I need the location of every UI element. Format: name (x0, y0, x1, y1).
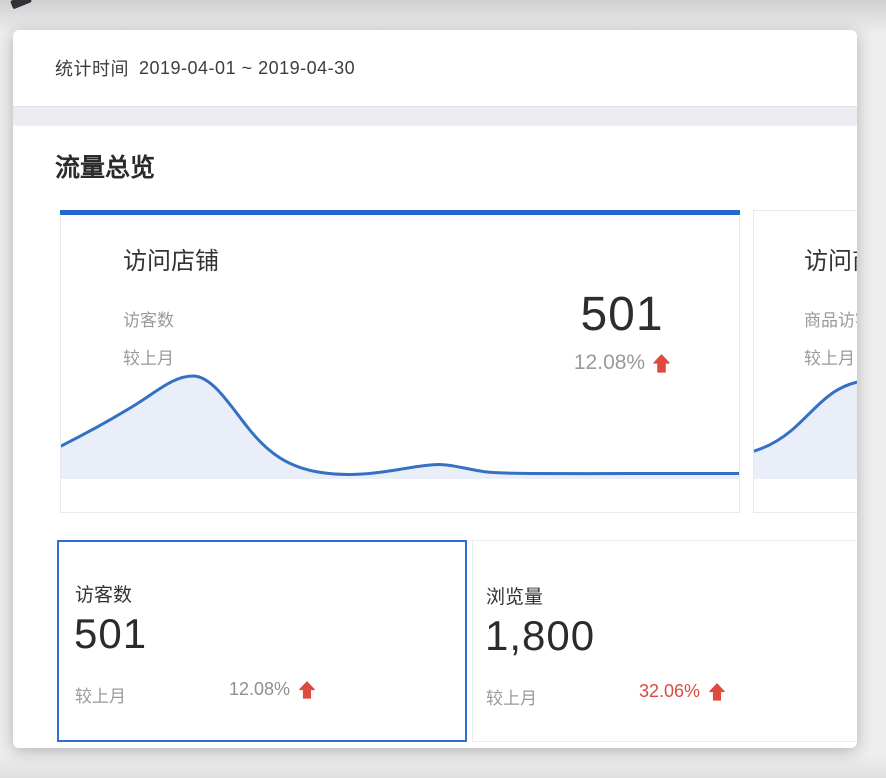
stat-label: 浏览量 (486, 582, 543, 609)
metric-value: 501 (516, 291, 728, 339)
stat-time-label: 统计时间 (55, 55, 129, 81)
stat-label: 访客数 (75, 580, 132, 607)
page-shadow-bottom (0, 754, 886, 778)
stat-box-pageviews[interactable]: 浏览量 1,800 较上月 32.06% (472, 540, 857, 742)
metric-value-column: 501 12.08% (516, 291, 728, 375)
change-percent: 12.08% (229, 679, 290, 700)
store-visits-sparkline (61, 371, 739, 479)
up-arrow-icon (709, 683, 725, 701)
traffic-tab-cards: 访问店铺 访客数 较上月 501 12.08% 访问商品 商品访客数 较上 (60, 210, 857, 513)
compare-label: 较上月 (804, 344, 855, 369)
compare-label: 较上月 (123, 344, 174, 369)
tab-card-store-visits[interactable]: 访问店铺 访客数 较上月 501 12.08% (60, 210, 740, 513)
stat-value: 1,800 (485, 612, 595, 660)
selected-tab-indicator (60, 210, 740, 215)
content-panel: 统计时间 2019-04-01 ~ 2019-04-30 流量总览 访问店铺 访… (13, 30, 857, 748)
section-title: 流量总览 (55, 148, 857, 184)
metric-label: 商品访客数 (804, 306, 857, 331)
up-arrow-icon (299, 681, 315, 699)
stat-value: 501 (74, 610, 147, 658)
date-header: 统计时间 2019-04-01 ~ 2019-04-30 (13, 30, 857, 106)
stat-box-visitors[interactable]: 访客数 501 较上月 12.08% (57, 540, 467, 742)
date-range-value: 2019-04-01 ~ 2019-04-30 (139, 58, 355, 79)
change-percent: 32.06% (639, 681, 700, 702)
metric-stat-boxes: 访客数 501 较上月 12.08% 浏览量 1,800 较上月 32.06% (57, 540, 857, 742)
card-title: 访问店铺 (123, 241, 219, 276)
compare-label: 较上月 (486, 684, 537, 709)
compare-label: 较上月 (75, 682, 126, 707)
up-arrow-icon (653, 354, 670, 373)
stat-change: 12.08% (229, 679, 315, 700)
stat-change: 32.06% (639, 681, 725, 702)
metric-label: 访客数 (123, 306, 174, 331)
card-title: 访问商品 (804, 241, 857, 276)
page-shadow-top (0, 0, 886, 34)
product-visits-sparkline (754, 375, 857, 479)
section-divider-band (13, 106, 857, 126)
tab-card-product-visits[interactable]: 访问商品 商品访客数 较上月 (753, 210, 857, 513)
